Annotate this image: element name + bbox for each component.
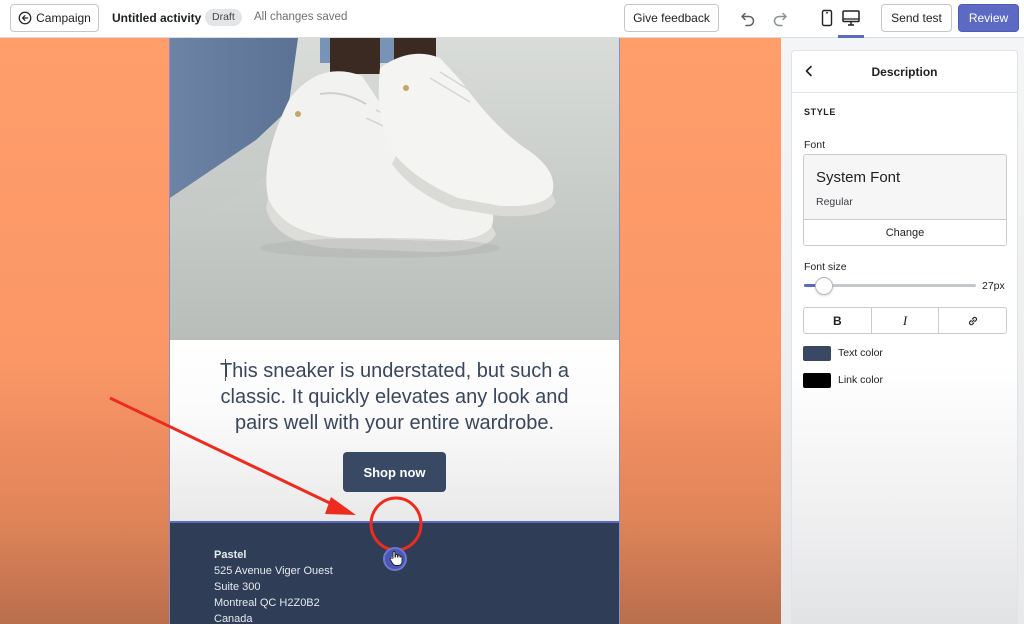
- hand-pointer-icon: [389, 551, 403, 566]
- font-size-value: 27px: [982, 280, 1005, 292]
- change-font-button[interactable]: Change: [804, 219, 1006, 245]
- text-color-label: Text color: [838, 347, 883, 359]
- text-color-swatch[interactable]: [803, 345, 831, 361]
- top-bar: Campaign Untitled activity Draft All cha…: [0, 0, 1024, 38]
- link-color-swatch[interactable]: [803, 372, 831, 388]
- give-feedback-button[interactable]: Give feedback: [624, 4, 719, 32]
- redo-button[interactable]: [769, 7, 791, 29]
- style-section-label: STYLE: [804, 107, 837, 117]
- activity-title[interactable]: Untitled activity: [112, 11, 201, 25]
- email-canvas: This sneaker is understated, but such a …: [0, 38, 781, 624]
- desktop-view-icon: [842, 10, 860, 26]
- address-city: Montreal QC H2Z0B2: [214, 597, 320, 609]
- link-color-label: Link color: [838, 374, 883, 386]
- email-text-section[interactable]: This sneaker is understated, but such a …: [170, 340, 619, 521]
- sneaker-product-image[interactable]: [170, 38, 619, 340]
- undo-icon: [741, 12, 755, 27]
- font-name: System Font: [816, 169, 901, 186]
- style-panel: Description STYLE Font System Font Regul…: [791, 50, 1018, 624]
- font-size-slider-thumb[interactable]: [815, 277, 833, 295]
- save-status: All changes saved: [254, 11, 348, 23]
- shop-now-button[interactable]: Shop now: [343, 452, 446, 492]
- store-name: Pastel: [214, 549, 247, 561]
- panel-title: Description: [871, 65, 938, 79]
- address-line-2: Suite 300: [214, 581, 261, 593]
- email-preview: This sneaker is understated, but such a …: [170, 38, 619, 624]
- font-label: Font: [804, 139, 826, 151]
- italic-button[interactable]: I: [872, 308, 940, 333]
- link-button[interactable]: [939, 308, 1006, 333]
- font-picker: System Font Regular Change: [803, 154, 1007, 246]
- email-footer[interactable]: Pastel 525 Avenue Viger Ouest Suite 300 …: [170, 521, 619, 624]
- redo-icon: [773, 12, 787, 27]
- link-icon: [968, 316, 977, 325]
- desktop-view-button[interactable]: [840, 7, 862, 29]
- font-weight: Regular: [816, 196, 853, 208]
- address-country: Canada: [214, 613, 253, 624]
- arrow-left-circle-icon: [18, 11, 32, 25]
- status-badge: Draft: [205, 9, 242, 26]
- mobile-view-button[interactable]: [816, 7, 838, 29]
- text-color-control[interactable]: Text color: [803, 345, 883, 361]
- mobile-view-icon: [821, 9, 833, 27]
- text-format-group: B I: [803, 307, 1007, 334]
- panel-header: Description: [792, 51, 1017, 93]
- back-button-label: Campaign: [36, 11, 91, 25]
- undo-button[interactable]: [737, 7, 759, 29]
- review-button[interactable]: Review: [958, 4, 1019, 32]
- font-size-label: Font size: [804, 261, 847, 273]
- link-color-control[interactable]: Link color: [803, 372, 883, 388]
- footer-address: Pastel 525 Avenue Viger Ouest Suite 300 …: [214, 547, 333, 624]
- description-text[interactable]: This sneaker is understated, but such a …: [210, 358, 579, 436]
- address-line-1: 525 Avenue Viger Ouest: [214, 565, 333, 577]
- back-to-campaign-button[interactable]: Campaign: [10, 4, 99, 32]
- send-test-button[interactable]: Send test: [881, 4, 952, 32]
- bold-button[interactable]: B: [804, 308, 872, 333]
